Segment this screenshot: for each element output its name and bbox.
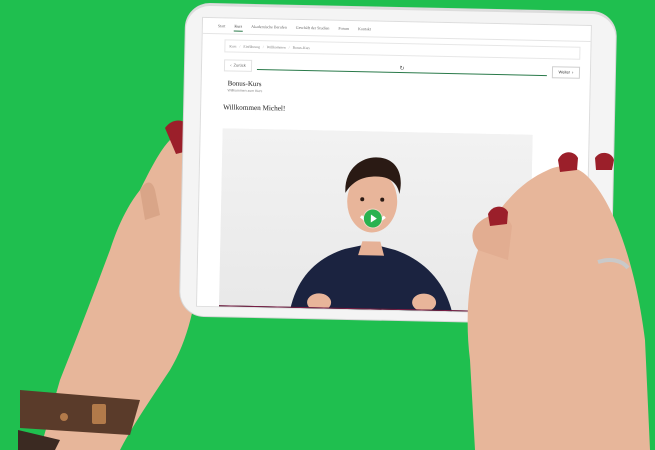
photo-scene: Start Kurs Akademische Berufen Geschäft … — [0, 0, 655, 450]
right-hand — [467, 152, 650, 450]
